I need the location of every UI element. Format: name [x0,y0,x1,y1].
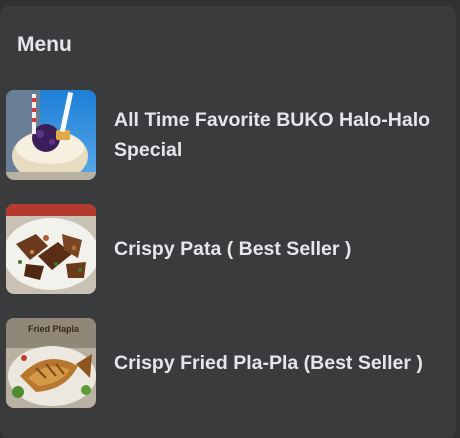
menu-item-label[interactable]: Crispy Fried Pla-Pla (Best Seller ) [114,318,454,408]
menu-item-fried-pla-pla[interactable]: Fried Plapla Crispy Fried Pla-Pla (Best … [6,318,450,408]
menu-item-halo-halo[interactable]: All Time Favorite BUKO Halo-Halo Special [6,90,450,180]
photo-caption: Fried Plapla [28,324,80,334]
menu-card: Menu All Time Favorite BUKO Halo-Halo Sp… [0,6,456,438]
menu-item-crispy-pata[interactable]: Crispy Pata ( Best Seller ) [6,204,450,294]
fried-pla-pla-photo[interactable]: Fried Plapla [6,318,96,408]
menu-item-label[interactable]: Crispy Pata ( Best Seller ) [114,204,454,294]
menu-title: Menu [17,33,72,56]
halo-halo-photo[interactable] [6,90,96,180]
menu-item-label[interactable]: All Time Favorite BUKO Halo-Halo Special [114,90,454,180]
crispy-pata-photo[interactable] [6,204,96,294]
